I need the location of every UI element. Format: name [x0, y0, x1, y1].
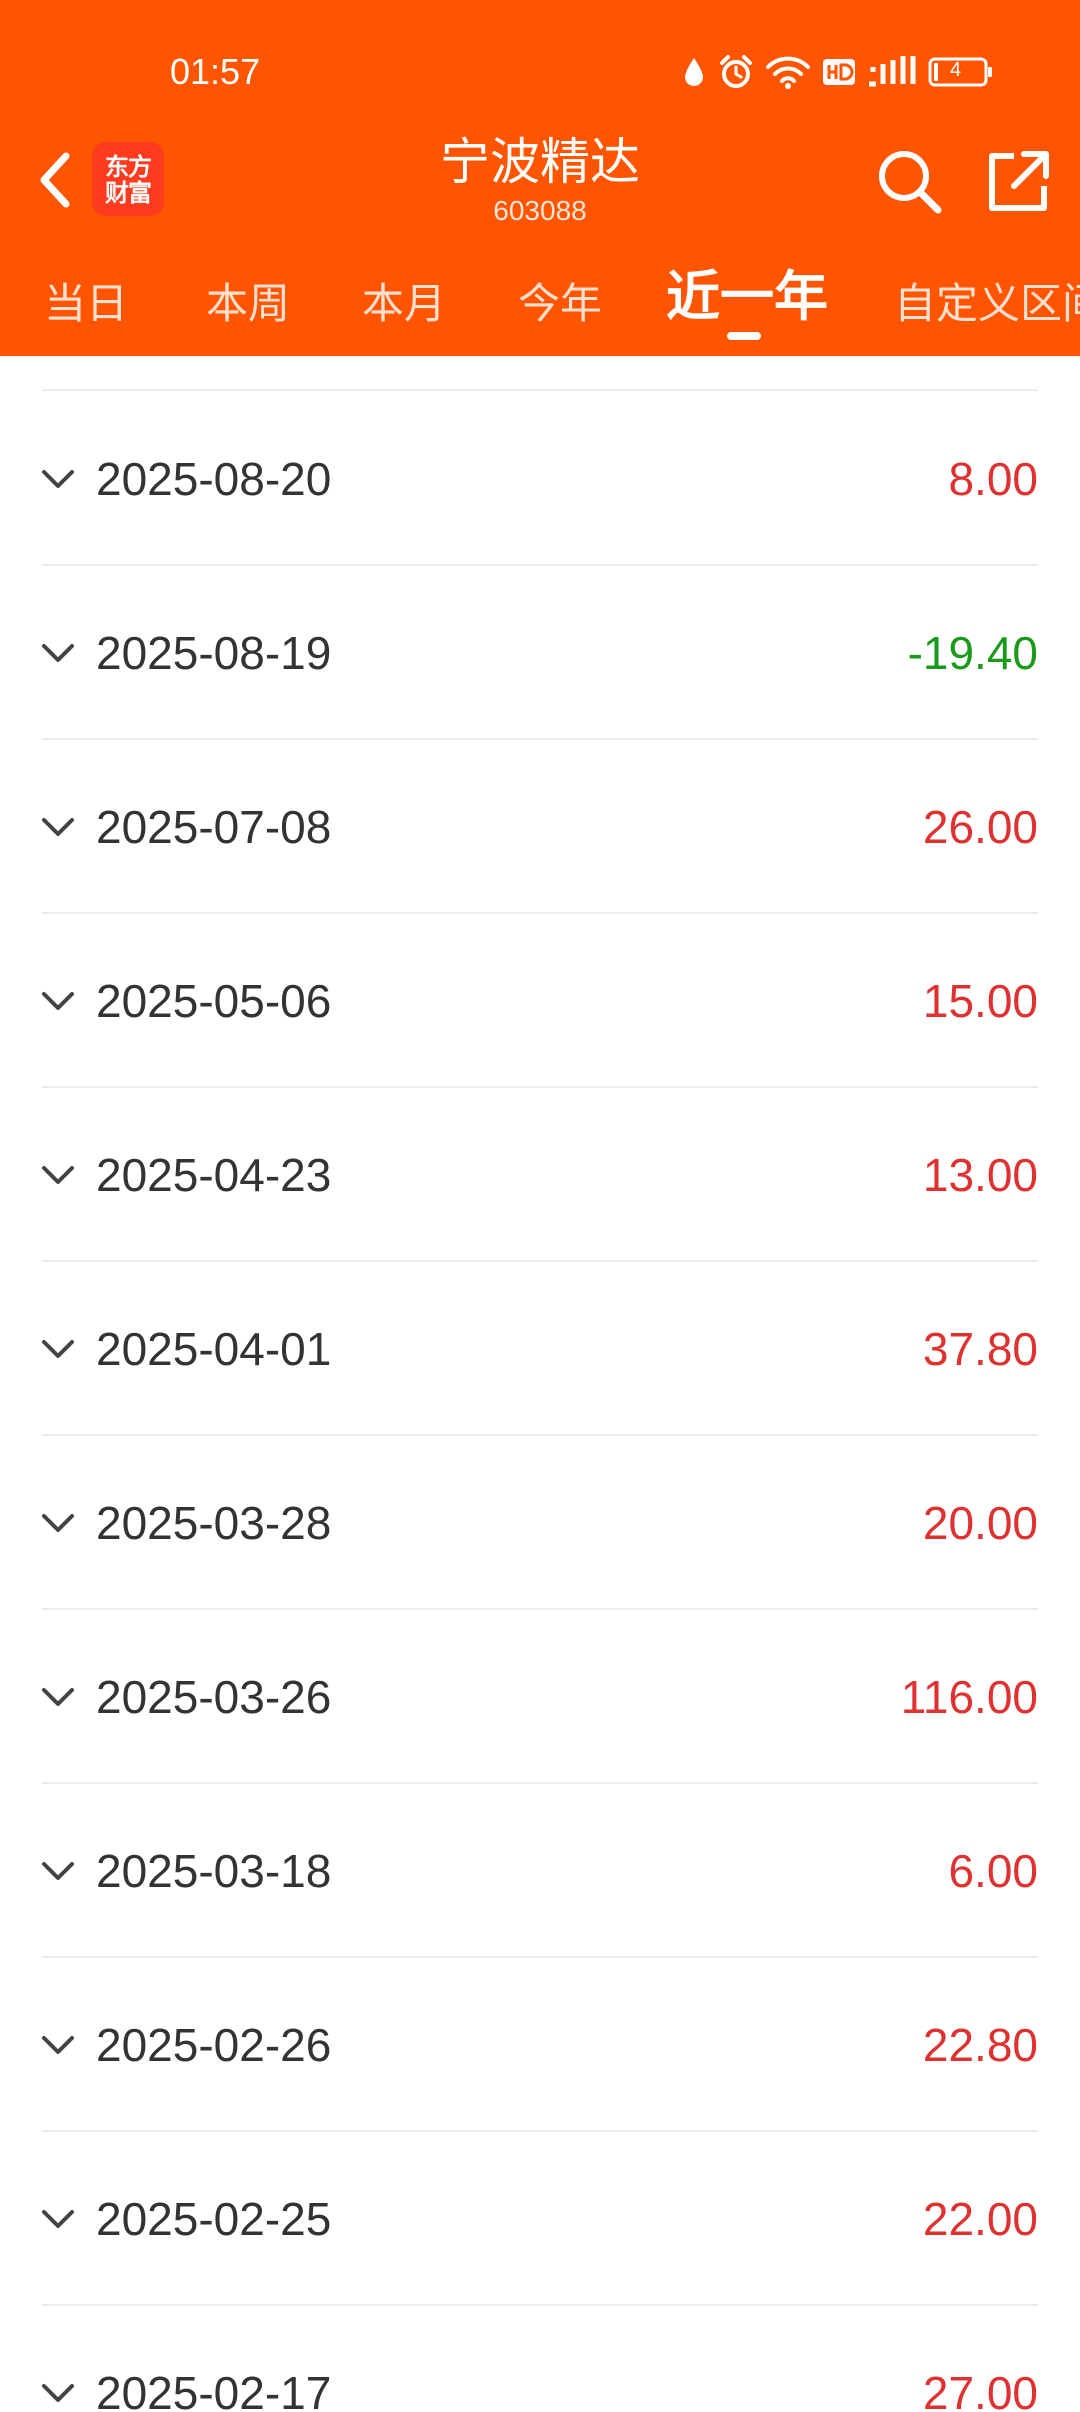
period-tab-bar: 当日 本周 本月 今年 近一年 自定义区间 [0, 256, 1080, 356]
list-item-date: 2025-07-08 [96, 801, 332, 853]
list-item[interactable]: 2025-05-06 15.00 [0, 914, 1080, 1088]
header: 01:57 4 东方 财富 宁波精达 603088 当日 本周 本月 今年 近一… [0, 0, 1080, 356]
list-item-date: 2025-03-28 [96, 1497, 332, 1549]
tab-active-indicator [727, 332, 761, 340]
list-item-value: 116.00 [900, 1671, 1038, 1723]
chevron-down-icon [40, 566, 76, 740]
list-item-date: 2025-03-26 [96, 1671, 332, 1723]
list-item-value: 26.00 [922, 801, 1038, 853]
list-item[interactable]: 2025-08-19 -19.40 [0, 566, 1080, 740]
list-item[interactable]: 2025-03-18 6.00 [0, 1784, 1080, 1958]
list-item-value: 20.00 [922, 1497, 1038, 1549]
logo-line1: 东方 [105, 153, 152, 181]
status-bar: 01:57 4 [0, 0, 1080, 140]
list-item-date: 2025-02-26 [96, 2019, 332, 2071]
list-item[interactable]: 2025-02-26 22.80 [0, 1958, 1080, 2132]
list-item[interactable]: 2025-03-28 20.00 [0, 1436, 1080, 1610]
chevron-down-icon [40, 1436, 76, 1610]
list-item-date: 2025-02-17 [96, 2367, 332, 2412]
chevron-down-icon [40, 1784, 76, 1958]
battery-level: 4 [950, 59, 962, 81]
search-icon [879, 151, 942, 214]
chevron-down-icon [40, 914, 76, 1088]
status-icons: 4 [682, 52, 994, 92]
chevron-down-icon [40, 1958, 76, 2132]
list-item-value: 8.00 [948, 453, 1038, 505]
list-item-date: 2025-08-19 [96, 627, 332, 679]
list-item[interactable]: 2025-07-08 26.00 [0, 740, 1080, 914]
chevron-down-icon [40, 2132, 76, 2306]
list-item-date: 2025-08-20 [96, 453, 332, 505]
list-item-value: 27.00 [922, 2367, 1038, 2412]
list-item-value: 22.00 [922, 2193, 1038, 2245]
tab-custom-range[interactable]: 自定义区间 [894, 276, 1080, 332]
dividend-list: 2025-08-20 8.00 2025-08-19 -19.40 2025-07-08… [0, 356, 1080, 2412]
search-button[interactable] [872, 144, 948, 220]
alarm-icon [718, 54, 754, 90]
list-item-value: 22.80 [922, 2019, 1038, 2071]
list-item[interactable]: 2025-08-20 8.00 [0, 392, 1080, 566]
app-logo: 东方 财富 [92, 142, 164, 216]
droplet-icon [682, 56, 706, 88]
share-button[interactable] [980, 144, 1056, 220]
back-button[interactable] [28, 144, 84, 216]
nav-row: 东方 财富 宁波精达 603088 [0, 130, 1080, 240]
chevron-down-icon [40, 1088, 76, 1262]
hd-icon [822, 58, 856, 86]
stock-code: 603088 [493, 195, 587, 226]
list-item-date: 2025-04-01 [96, 1323, 332, 1375]
tab-last-year[interactable]: 近一年 [666, 262, 828, 332]
list-item-date: 2025-03-18 [96, 1845, 332, 1897]
chevron-down-icon [40, 392, 76, 566]
signal-4g-icon [868, 54, 916, 90]
list-item-value: 15.00 [922, 975, 1038, 1027]
list-item[interactable]: 2025-04-23 13.00 [0, 1088, 1080, 1262]
list-item-value: 6.00 [948, 1845, 1038, 1897]
back-icon [40, 152, 70, 208]
app-screen: 01:57 4 东方 财富 宁波精达 603088 当日 本周 本月 今年 近一… [0, 0, 1080, 2412]
chevron-down-icon [40, 1610, 76, 1784]
chevron-down-icon [40, 2306, 76, 2412]
list-item-value: 37.80 [922, 1323, 1038, 1375]
tab-this-year[interactable]: 今年 [518, 276, 602, 332]
tab-this-week[interactable]: 本周 [206, 276, 290, 332]
tab-today[interactable]: 当日 [44, 276, 128, 332]
list-item[interactable]: 2025-03-26 116.00 [0, 1610, 1080, 1784]
list-item-date: 2025-04-23 [96, 1149, 332, 1201]
status-time: 01:57 [170, 51, 261, 92]
list-item-date: 2025-05-06 [96, 975, 332, 1027]
list-item-value: 13.00 [922, 1149, 1038, 1201]
chevron-down-icon [40, 1262, 76, 1436]
chevron-down-icon [40, 740, 76, 914]
list-item-value: -19.40 [907, 627, 1038, 679]
list-item-date: 2025-02-25 [96, 2193, 332, 2245]
stock-name: 宁波精达 [440, 133, 640, 191]
share-icon [989, 151, 1049, 211]
wifi-icon [766, 55, 810, 89]
battery-icon: 4 [928, 57, 994, 87]
logo-line2: 财富 [105, 179, 152, 207]
list-item[interactable]: 2025-04-01 37.80 [0, 1262, 1080, 1436]
title-block: 宁波精达 603088 [290, 130, 790, 228]
list-divider [42, 389, 1038, 391]
list-item[interactable]: 2025-02-17 27.00 [0, 2306, 1080, 2412]
tab-this-month[interactable]: 本月 [362, 276, 446, 332]
list-item[interactable]: 2025-02-25 22.00 [0, 2132, 1080, 2306]
